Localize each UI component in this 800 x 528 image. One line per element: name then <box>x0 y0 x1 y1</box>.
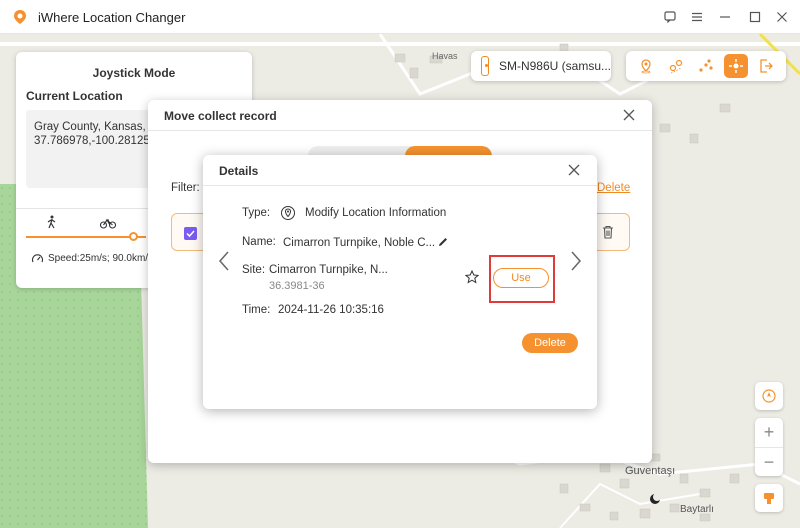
zoom-controls: + − <box>755 418 783 476</box>
bike-icon[interactable] <box>100 217 116 229</box>
edit-icon[interactable] <box>437 236 449 248</box>
app-logo-icon <box>14 10 26 24</box>
compass-icon[interactable] <box>755 382 783 410</box>
map-label-baytarli: Baytarlı <box>680 504 714 515</box>
mode-toolbar <box>626 51 786 81</box>
walk-icon[interactable] <box>46 215 58 229</box>
menu-icon[interactable] <box>688 8 706 26</box>
phone-icon <box>481 56 489 76</box>
feedback-icon[interactable] <box>661 8 679 26</box>
name-label: Name: <box>242 236 276 248</box>
pin-icon <box>281 206 295 220</box>
collect-record-header: Move collect record <box>148 100 652 131</box>
speed-slider-handle[interactable] <box>129 232 138 241</box>
app-title: iWhere Location Changer <box>38 10 186 25</box>
map-label-guventasi: Guventaşı <box>625 465 675 477</box>
chevron-left-icon[interactable] <box>217 250 231 272</box>
details-close-icon[interactable] <box>567 163 581 177</box>
multi-spot-icon[interactable] <box>694 54 718 78</box>
collect-record-title: Move collect record <box>164 109 277 123</box>
two-spot-icon[interactable] <box>664 54 688 78</box>
filter-label: Filter: <box>171 182 200 194</box>
chevron-right-icon[interactable] <box>569 250 583 272</box>
time-value: 2024-11-26 10:35:16 <box>278 304 384 316</box>
maximize-icon[interactable] <box>746 8 764 26</box>
joystick-icon[interactable] <box>724 54 748 78</box>
zoom-in-icon[interactable]: + <box>755 418 783 447</box>
speed-text: Speed:25m/s; 90.0km/h <box>48 253 154 264</box>
collect-record-close-icon[interactable] <box>622 108 636 122</box>
zoom-out-icon[interactable]: − <box>755 447 783 476</box>
map-label-havas: Havas <box>432 51 458 61</box>
delete-link[interactable]: Delete <box>597 182 630 194</box>
use-button[interactable]: Use <box>493 268 549 288</box>
current-location-label: Current Location <box>26 89 123 103</box>
details-dialog: Details Type: Modify Location Informatio… <box>203 155 597 409</box>
device-selector[interactable]: SM-N986U (samsu... <box>471 51 611 81</box>
site-value: Cimarron Turnpike, N... <box>269 264 388 276</box>
delete-button[interactable]: Delete <box>522 333 578 353</box>
minimize-icon[interactable] <box>716 8 734 26</box>
speed-icon <box>31 254 44 263</box>
exit-icon[interactable] <box>754 54 778 78</box>
details-title: Details <box>219 164 259 178</box>
title-bar: iWhere Location Changer <box>0 0 800 34</box>
star-icon[interactable] <box>465 270 479 284</box>
trash-icon[interactable] <box>600 224 616 240</box>
joystick-title: Joystick Mode <box>92 66 176 80</box>
time-label: Time: <box>242 304 271 316</box>
name-value: Cimarron Turnpike, Noble C... <box>283 237 436 249</box>
site-coords: 36.3981-36 <box>269 280 325 292</box>
type-value: Modify Location Information <box>305 207 447 219</box>
speed-slider-track[interactable] <box>26 236 146 238</box>
details-header: Details <box>203 155 597 186</box>
device-name: SM-N986U (samsu... <box>498 59 611 73</box>
site-label: Site: <box>242 264 266 276</box>
teleport-icon[interactable] <box>634 54 658 78</box>
type-label: Type: <box>242 207 271 219</box>
record-checkbox[interactable] <box>184 227 197 240</box>
map-toggle-icon[interactable] <box>755 484 783 512</box>
close-icon[interactable] <box>773 8 791 26</box>
